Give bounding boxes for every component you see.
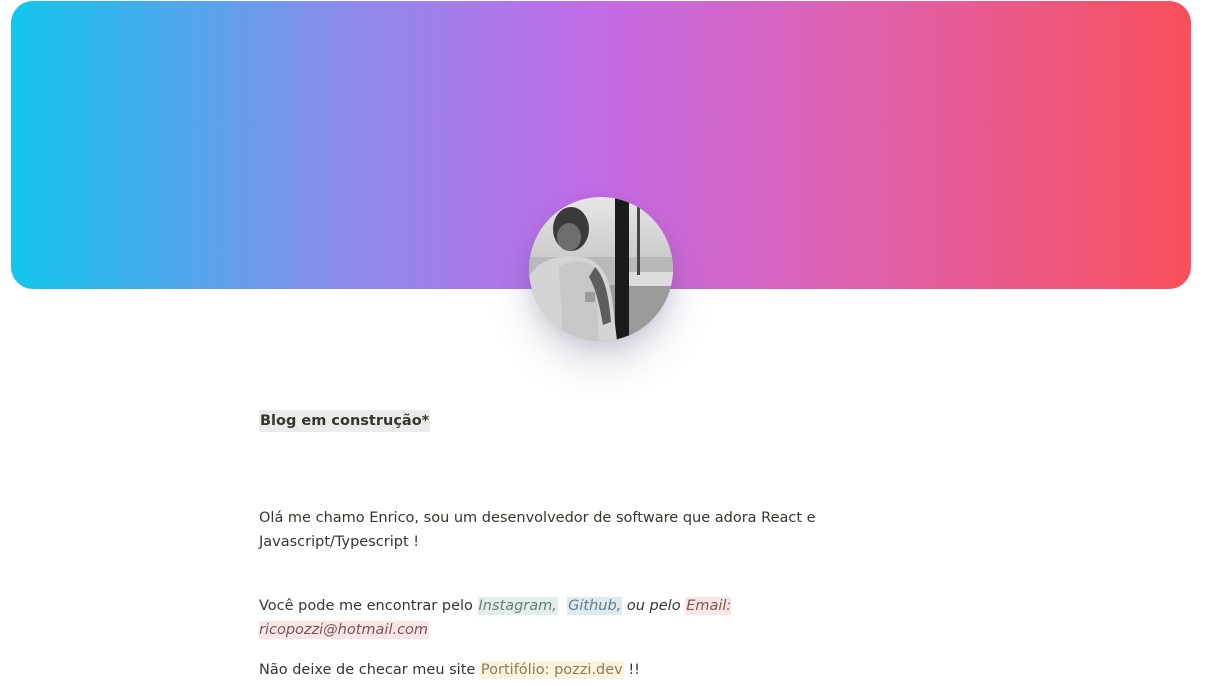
contact-prefix: Você pode me encontrar pelo xyxy=(259,598,478,614)
portfolio-link[interactable]: Portifólio: pozzi.dev xyxy=(479,661,624,679)
profile-avatar xyxy=(529,197,673,341)
contact-or-text: ou pelo xyxy=(622,598,686,614)
portfolio-prefix: Não deixe de checar meu site xyxy=(259,662,480,678)
portfolio-suffix: !! xyxy=(623,662,640,678)
github-link[interactable]: Github, xyxy=(567,597,623,615)
instagram-link[interactable]: Instagram, xyxy=(477,597,558,615)
page-heading: Blog em construção* xyxy=(259,410,431,432)
portfolio-paragraph: Não deixe de checar meu site Portifólio:… xyxy=(259,658,899,682)
intro-line-1: Olá me chamo Enrico, sou um desenvolvedo… xyxy=(259,510,816,526)
intro-paragraph: Olá me chamo Enrico, sou um desenvolvedo… xyxy=(259,506,899,554)
profile-photo-icon xyxy=(529,197,673,341)
contact-paragraph: Você pode me encontrar pelo Instagram, G… xyxy=(259,594,899,642)
intro-line-2: Javascript/Typescript ! xyxy=(259,534,420,550)
